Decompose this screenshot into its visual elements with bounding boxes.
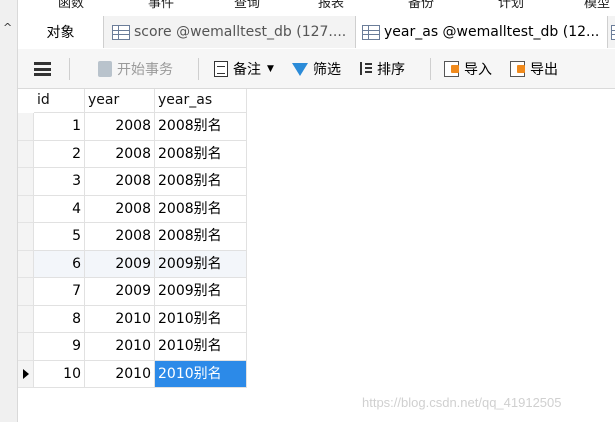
chevron-down-icon[interactable]: ▼ bbox=[267, 64, 274, 74]
row-selector[interactable] bbox=[18, 113, 34, 141]
tab-objects[interactable]: 对象 bbox=[18, 16, 104, 48]
export-label: 导出 bbox=[530, 62, 558, 78]
import-button[interactable]: 导入 bbox=[444, 49, 492, 89]
table-icon bbox=[611, 24, 615, 40]
row-selector[interactable] bbox=[18, 223, 34, 251]
cell-id[interactable]: 3 bbox=[34, 168, 85, 196]
row-selector[interactable] bbox=[18, 333, 34, 361]
column-header-year-as[interactable]: year_as bbox=[155, 89, 247, 113]
cell-year[interactable]: 2008 bbox=[85, 113, 155, 141]
cell-year[interactable]: 2009 bbox=[85, 250, 155, 278]
import-label: 导入 bbox=[464, 62, 492, 78]
export-button[interactable]: 导出 bbox=[510, 49, 558, 89]
filter-button[interactable]: 筛选 bbox=[292, 49, 341, 89]
menu-item-model[interactable]: 模型 bbox=[584, 0, 610, 10]
row-selector[interactable] bbox=[18, 168, 34, 196]
cell-year[interactable]: 2008 bbox=[85, 168, 155, 196]
filter-label: 筛选 bbox=[313, 62, 341, 78]
cell-id[interactable]: 10 bbox=[34, 360, 85, 388]
menu-item-functions[interactable]: 函数 bbox=[58, 0, 84, 10]
cell-year-as[interactable]: 2008别名 bbox=[155, 168, 247, 196]
memo-button[interactable]: 备注 ▼ bbox=[214, 49, 276, 89]
export-icon bbox=[510, 61, 525, 77]
cell-year-as[interactable]: 2010别名 bbox=[155, 333, 247, 361]
cell-year-as[interactable]: 2008别名 bbox=[155, 113, 247, 141]
cell-year-as[interactable]: 2009别名 bbox=[155, 250, 247, 278]
row-selector[interactable] bbox=[18, 250, 34, 278]
toolbar-divider bbox=[198, 58, 199, 80]
cell-id[interactable]: 1 bbox=[34, 113, 85, 141]
tab-bar: 对象 score @wemalltest_db (127.... year_as… bbox=[18, 16, 615, 48]
top-menu-clipped: 函数 事件 查询 报表 备份 计划 模型 bbox=[18, 0, 615, 10]
row-selector[interactable] bbox=[18, 305, 34, 333]
cell-year[interactable]: 2008 bbox=[85, 195, 155, 223]
cell-id[interactable]: 5 bbox=[34, 223, 85, 251]
collapse-caret-icon[interactable]: ^ bbox=[3, 21, 12, 34]
menu-item-reports[interactable]: 报表 bbox=[318, 0, 344, 10]
tab-objects-label: 对象 bbox=[46, 25, 75, 41]
watermark: https://blog.csdn.net/qq_41912505 bbox=[362, 395, 562, 410]
memo-label: 备注 bbox=[233, 62, 261, 78]
cell-year-as[interactable]: 2008别名 bbox=[155, 223, 247, 251]
menu-item-events[interactable]: 事件 bbox=[148, 0, 174, 10]
cell-id[interactable]: 6 bbox=[34, 250, 85, 278]
toolbar-divider bbox=[69, 58, 70, 80]
menu-item-schedule[interactable]: 计划 bbox=[498, 0, 524, 10]
import-icon bbox=[444, 61, 459, 77]
cell-id[interactable]: 2 bbox=[34, 140, 85, 168]
sort-button[interactable]: 排序 bbox=[358, 49, 405, 89]
cell-year[interactable]: 2010 bbox=[85, 360, 155, 388]
row-selector[interactable] bbox=[18, 278, 34, 306]
cell-id[interactable]: 8 bbox=[34, 305, 85, 333]
cell-year[interactable]: 2009 bbox=[85, 278, 155, 306]
cell-year[interactable]: 2010 bbox=[85, 305, 155, 333]
left-gutter: ^ bbox=[0, 0, 18, 422]
cell-year-as[interactable]: 2008别名 bbox=[155, 140, 247, 168]
menu-item-queries[interactable]: 查询 bbox=[234, 0, 260, 10]
filter-icon bbox=[292, 62, 308, 76]
table-icon bbox=[112, 24, 130, 40]
tab-score-table[interactable]: score @wemalltest_db (127.... bbox=[104, 16, 356, 48]
transaction-icon bbox=[98, 61, 112, 77]
cell-id[interactable]: 7 bbox=[34, 278, 85, 306]
menu-item-backup[interactable]: 备份 bbox=[408, 0, 434, 10]
table-icon bbox=[362, 24, 380, 40]
cell-id[interactable]: 9 bbox=[34, 333, 85, 361]
sort-label: 排序 bbox=[377, 62, 405, 78]
column-header-year[interactable]: year bbox=[85, 89, 155, 113]
tab-year-as-table[interactable]: year_as @wemalltest_db (12... bbox=[356, 16, 608, 48]
toolbar: 开始事务 备注 ▼ 筛选 排序 导入 导出 bbox=[18, 49, 615, 89]
cell-year-as[interactable]: 2010别名 bbox=[155, 360, 247, 388]
app-window: ^ 函数 事件 查询 报表 备份 计划 模型 对象 score @wemallt… bbox=[0, 0, 615, 422]
tab-score-label: score @wemalltest_db (127.... bbox=[134, 24, 347, 40]
tab-overflow[interactable] bbox=[608, 16, 615, 48]
cell-year-as[interactable]: 2010别名 bbox=[155, 305, 247, 333]
memo-icon bbox=[214, 61, 228, 77]
tab-year-as-label: year_as @wemalltest_db (12... bbox=[384, 24, 600, 40]
cell-id[interactable]: 4 bbox=[34, 195, 85, 223]
current-row-indicator[interactable] bbox=[18, 360, 34, 388]
begin-transaction-button[interactable]: 开始事务 bbox=[98, 49, 173, 89]
begin-transaction-label: 开始事务 bbox=[117, 62, 173, 78]
toolbar-divider bbox=[430, 58, 431, 80]
sort-icon bbox=[358, 61, 372, 77]
row-selector[interactable] bbox=[18, 140, 34, 168]
cell-year[interactable]: 2008 bbox=[85, 223, 155, 251]
column-header-id[interactable]: id bbox=[34, 89, 85, 113]
cell-year[interactable]: 2008 bbox=[85, 140, 155, 168]
row-selector[interactable] bbox=[18, 195, 34, 223]
menu-hamburger-icon[interactable] bbox=[34, 62, 51, 76]
cell-year[interactable]: 2010 bbox=[85, 333, 155, 361]
cell-year-as[interactable]: 2008别名 bbox=[155, 195, 247, 223]
cell-year-as[interactable]: 2009别名 bbox=[155, 278, 247, 306]
